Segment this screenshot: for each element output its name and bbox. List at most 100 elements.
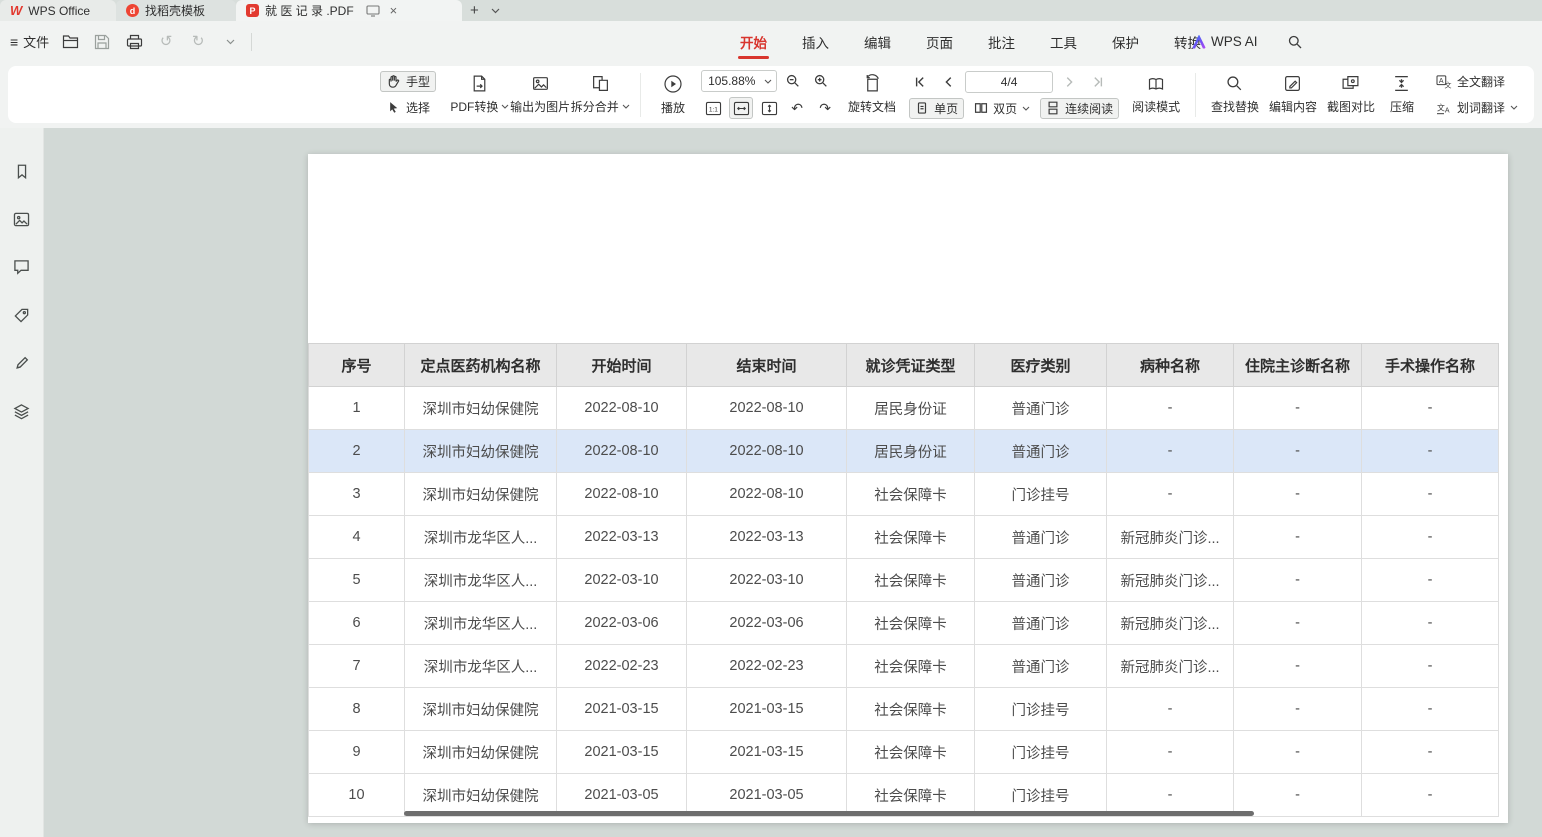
- page-navigation-group: 单页 双页 连续阅读: [909, 71, 1119, 119]
- divider: [1195, 73, 1196, 117]
- rotate-document-button[interactable]: 旋转文档: [843, 70, 901, 120]
- table-cell: 新冠肺炎门诊...: [1107, 516, 1234, 559]
- column-header: 结束时间: [687, 344, 847, 387]
- open-file-button[interactable]: [59, 30, 81, 54]
- zoom-level-combo[interactable]: [701, 70, 777, 92]
- attachments-panel-button[interactable]: [8, 302, 36, 328]
- first-page-button[interactable]: [909, 71, 933, 93]
- annotation-pen-panel-button[interactable]: [8, 350, 36, 376]
- tab-list-chevron-icon[interactable]: [487, 0, 504, 21]
- zoom-level-input[interactable]: [708, 74, 760, 88]
- find-replace-button[interactable]: 查找替换: [1206, 70, 1264, 120]
- comments-panel-button[interactable]: [8, 254, 36, 280]
- tab-insert[interactable]: 插入: [800, 21, 831, 62]
- table-cell: 普通门诊: [975, 559, 1107, 602]
- continuous-reading-button[interactable]: 连续阅读: [1040, 98, 1119, 119]
- snapshot-compare-button[interactable]: 截图对比: [1322, 70, 1380, 120]
- layers-panel-button[interactable]: [8, 398, 36, 424]
- close-tab-icon[interactable]: ×: [390, 4, 398, 17]
- page-indicator-input[interactable]: [965, 71, 1053, 93]
- single-page-button[interactable]: 单页: [909, 98, 964, 119]
- table-cell: 深圳市龙华区人...: [405, 645, 557, 688]
- undo-history-chevron[interactable]: [219, 30, 241, 54]
- table-header-row: 序号定点医药机构名称开始时间结束时间就诊凭证类型医疗类别病种名称住院主诊断名称手…: [309, 344, 1499, 387]
- document-workspace: 序号定点医药机构名称开始时间结束时间就诊凭证类型医疗类别病种名称住院主诊断名称手…: [0, 128, 1542, 837]
- table-row: 5深圳市龙华区人...2022-03-102022-03-10社会保障卡普通门诊…: [309, 559, 1499, 602]
- full-text-translate-button[interactable]: A 文 全文翻译: [1430, 71, 1511, 92]
- table-cell: 新冠肺炎门诊...: [1107, 645, 1234, 688]
- redo-button[interactable]: ↻: [187, 30, 209, 54]
- previous-page-button[interactable]: [937, 71, 961, 93]
- table-cell: -: [1362, 387, 1499, 430]
- chevron-down-icon: [501, 104, 509, 109]
- tab-wps-office[interactable]: W WPS Office: [0, 0, 116, 21]
- chevron-down-icon: [622, 104, 630, 109]
- table-cell: 深圳市妇幼保健院: [405, 387, 557, 430]
- fit-page-button[interactable]: [757, 97, 781, 119]
- table-cell: 新冠肺炎门诊...: [1107, 559, 1234, 602]
- play-slideshow-button[interactable]: 播放: [651, 70, 695, 120]
- embedded-scrollbar: [404, 811, 1254, 816]
- zoom-in-button[interactable]: [809, 70, 833, 92]
- compress-button[interactable]: 压缩: [1380, 70, 1424, 120]
- select-tool-button[interactable]: 选择: [380, 97, 436, 118]
- tab-home[interactable]: 开始: [738, 21, 769, 62]
- word-translate-icon: 文 A: [1436, 101, 1452, 115]
- save-button[interactable]: [91, 30, 113, 54]
- thumbnails-panel-button[interactable]: [8, 206, 36, 232]
- fit-width-icon: [733, 101, 750, 116]
- export-as-image-button[interactable]: 输出为图片: [510, 70, 571, 120]
- next-page-button[interactable]: [1057, 71, 1081, 93]
- table-cell: 深圳市妇幼保健院: [405, 688, 557, 731]
- rotate-left-button[interactable]: ↶: [785, 97, 809, 119]
- zoom-out-button[interactable]: [781, 70, 805, 92]
- edit-content-icon: [1283, 74, 1302, 93]
- divider: [640, 73, 641, 117]
- table-cell: 5: [309, 559, 405, 602]
- double-page-button[interactable]: 双页: [968, 98, 1036, 119]
- tab-comment[interactable]: 批注: [986, 21, 1017, 62]
- edit-content-button[interactable]: 编辑内容: [1264, 70, 1322, 120]
- undo-button[interactable]: ↺: [155, 30, 177, 54]
- play-icon: [663, 74, 683, 94]
- split-merge-button[interactable]: 拆分合并: [570, 70, 630, 120]
- actual-size-button[interactable]: 1:1: [701, 97, 725, 119]
- table-cell: 7: [309, 645, 405, 688]
- new-tab-button[interactable]: +: [462, 0, 487, 21]
- bookmarks-panel-button[interactable]: [8, 158, 36, 184]
- tab-docer-templates[interactable]: d 找稻壳模板: [116, 0, 236, 21]
- pdf-convert-button[interactable]: PDF转换: [450, 70, 510, 120]
- last-page-button[interactable]: [1085, 71, 1109, 93]
- table-cell: -: [1234, 645, 1362, 688]
- word-translate-button[interactable]: 文 A 划词翻译: [1430, 97, 1524, 118]
- fit-width-button[interactable]: [729, 97, 753, 119]
- svg-text:A: A: [1439, 77, 1444, 84]
- table-cell: 深圳市妇幼保健院: [405, 430, 557, 473]
- search-command-button[interactable]: [1284, 30, 1306, 54]
- tab-tools[interactable]: 工具: [1048, 21, 1079, 62]
- tab-protect[interactable]: 保护: [1110, 21, 1141, 62]
- svg-text:1:1: 1:1: [708, 106, 717, 113]
- previous-page-icon: [942, 75, 956, 89]
- table-row: 8深圳市妇幼保健院2021-03-152021-03-15社会保障卡门诊挂号--…: [309, 688, 1499, 731]
- tab-document-pdf[interactable]: P 就 医 记 录 .PDF ×: [236, 0, 462, 21]
- table-cell: 2022-08-10: [687, 430, 847, 473]
- tab-page[interactable]: 页面: [924, 21, 955, 62]
- comment-icon: [13, 259, 30, 275]
- read-mode-button[interactable]: 阅读模式: [1127, 70, 1185, 120]
- tab-edit[interactable]: 编辑: [862, 21, 893, 62]
- table-row: 3深圳市妇幼保健院2022-08-102022-08-10社会保障卡门诊挂号--…: [309, 473, 1499, 516]
- hand-tool-button[interactable]: 手型: [380, 71, 436, 92]
- table-cell: 社会保障卡: [847, 731, 975, 774]
- table-cell: -: [1107, 387, 1234, 430]
- table-cell: 2022-03-06: [687, 602, 847, 645]
- table-cell: -: [1107, 473, 1234, 516]
- export-image-icon: [531, 74, 550, 93]
- table-cell: 深圳市龙华区人...: [405, 516, 557, 559]
- ribbon-tabs: 开始 插入 编辑 页面 批注 工具 保护 转换: [738, 21, 1203, 62]
- print-button[interactable]: [123, 30, 145, 54]
- file-menu-button[interactable]: ≡ 文件: [10, 32, 49, 51]
- rotate-right-button[interactable]: ↷: [813, 97, 837, 119]
- wps-pdf-window: { "tabbar": { "tabs": [ { "label": "WPS …: [0, 0, 1542, 837]
- wps-ai-button[interactable]: WPS AI: [1192, 34, 1258, 49]
